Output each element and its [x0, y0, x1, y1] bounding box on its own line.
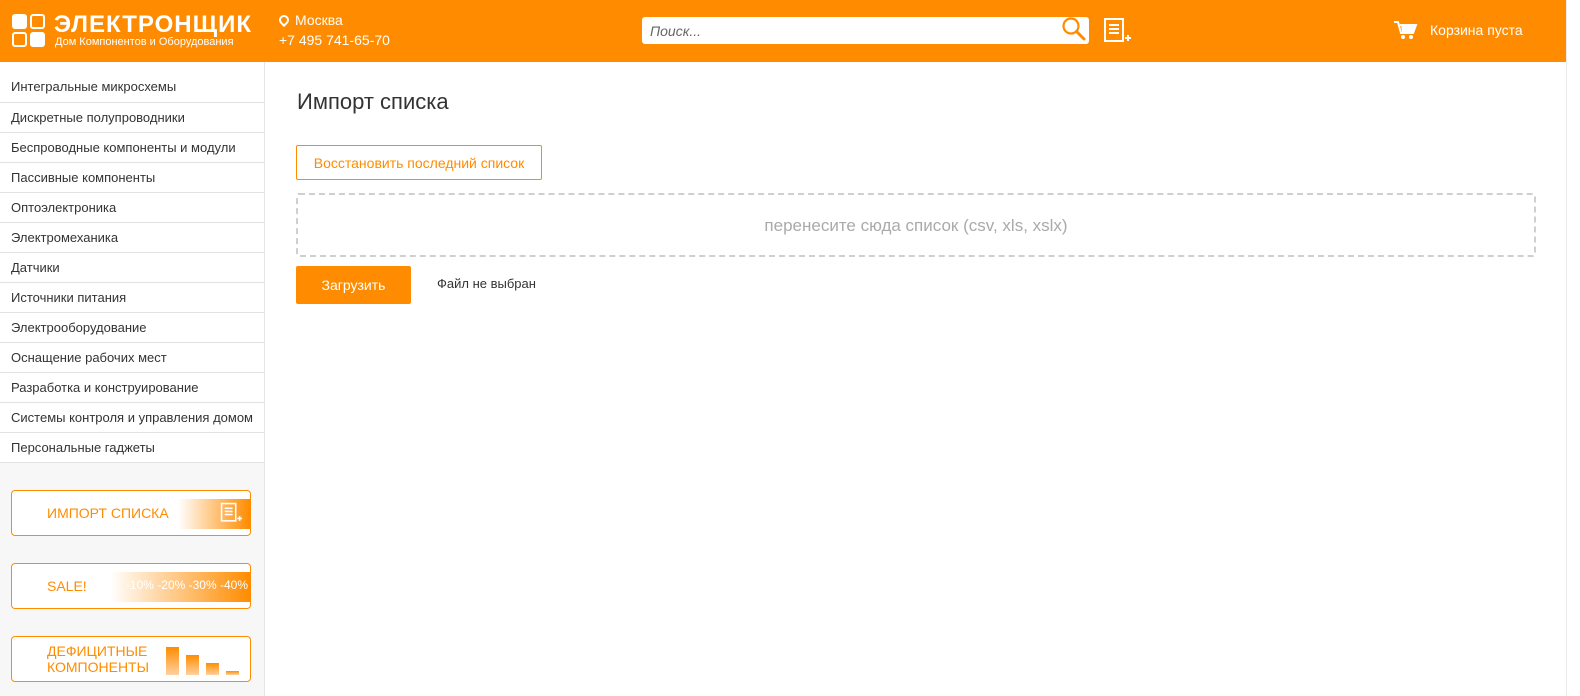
logo-title: ЭЛЕКТРОНЩИК — [54, 11, 252, 38]
sidebar-item-workplace-equipment[interactable]: Оснащение рабочих мест — [0, 343, 264, 373]
sidebar-item-sensors[interactable]: Датчики — [0, 253, 264, 283]
sidebar-item-gadgets[interactable]: Персональные гаджеты — [0, 433, 264, 463]
restore-last-list-button[interactable]: Восстановить последний список — [296, 145, 542, 180]
search-input[interactable] — [650, 20, 1050, 41]
upload-button[interactable]: Загрузить — [296, 266, 411, 304]
page-title: Импорт списка — [297, 89, 449, 114]
category-list: Интегральные микросхемы Дискретные полуп… — [0, 62, 264, 463]
deficit-label-line2: КОМПОНЕНТЫ — [47, 659, 150, 675]
sidebar-item-power-supplies[interactable]: Источники питания — [0, 283, 264, 313]
window-scrollbar[interactable] — [1566, 0, 1580, 696]
import-list-promo[interactable]: ИМПОРТ СПИСКА — [11, 490, 251, 536]
cart-icon[interactable] — [1394, 20, 1418, 40]
location-pin-icon — [276, 12, 292, 28]
city-selector[interactable]: Москва — [276, 12, 343, 28]
import-list-promo-label: ИМПОРТ СПИСКА — [47, 505, 169, 521]
sidebar-item-integrated-circuits[interactable]: Интегральные микросхемы — [0, 62, 264, 103]
import-list-icon — [220, 502, 242, 522]
deficit-label-line1: ДЕФИЦИТНЫЕ — [47, 643, 148, 659]
deficit-promo[interactable]: ДЕФИЦИТНЫЕ КОМПОНЕНТЫ — [11, 636, 251, 682]
sidebar-item-development[interactable]: Разработка и конструирование — [0, 373, 264, 403]
site-header: ЭЛЕКТРОНЩИК Дом Компонентов и Оборудован… — [0, 0, 1566, 62]
search-icon[interactable] — [1061, 16, 1087, 42]
sidebar-item-optoelectronics[interactable]: Оптоэлектроника — [0, 193, 264, 223]
file-status: Файл не выбран — [437, 276, 536, 291]
deficit-bars-icon — [162, 645, 250, 675]
sidebar-item-wireless-components[interactable]: Беспроводные компоненты и модули — [0, 133, 264, 163]
sidebar-item-electromechanics[interactable]: Электромеханика — [0, 223, 264, 253]
sidebar-item-passive-components[interactable]: Пассивные компоненты — [0, 163, 264, 193]
category-sidebar: Интегральные микросхемы Дискретные полуп… — [0, 62, 265, 696]
dropzone-hint: перенесите сюда список (csv, xls, xslx) — [764, 216, 1068, 235]
deficit-promo-label: ДЕФИЦИТНЫЕ КОМПОНЕНТЫ — [47, 643, 149, 675]
logo-squares-icon — [12, 14, 46, 48]
cart-status[interactable]: Корзина пуста — [1430, 22, 1523, 38]
sidebar-item-electrical-equipment[interactable]: Электрооборудование — [0, 313, 264, 343]
sale-discounts: -10% -20% -30% -40% — [125, 578, 248, 592]
sidebar-item-discrete-semiconductors[interactable]: Дискретные полупроводники — [0, 103, 264, 133]
city-label: Москва — [295, 12, 343, 28]
site-logo[interactable]: ЭЛЕКТРОНЩИК Дом Компонентов и Оборудован… — [12, 11, 280, 50]
file-dropzone[interactable]: перенесите сюда список (csv, xls, xslx) — [296, 193, 1536, 257]
sale-promo[interactable]: SALE! -10% -20% -30% -40% — [11, 563, 251, 609]
logo-subtitle: Дом Компонентов и Оборудования — [55, 36, 234, 48]
sale-promo-label: SALE! — [47, 578, 87, 594]
import-list-icon[interactable] — [1103, 17, 1131, 45]
search-box — [642, 17, 1089, 44]
sidebar-item-home-control[interactable]: Системы контроля и управления домом — [0, 403, 264, 433]
phone-number[interactable]: +7 495 741-65-70 — [279, 32, 390, 48]
